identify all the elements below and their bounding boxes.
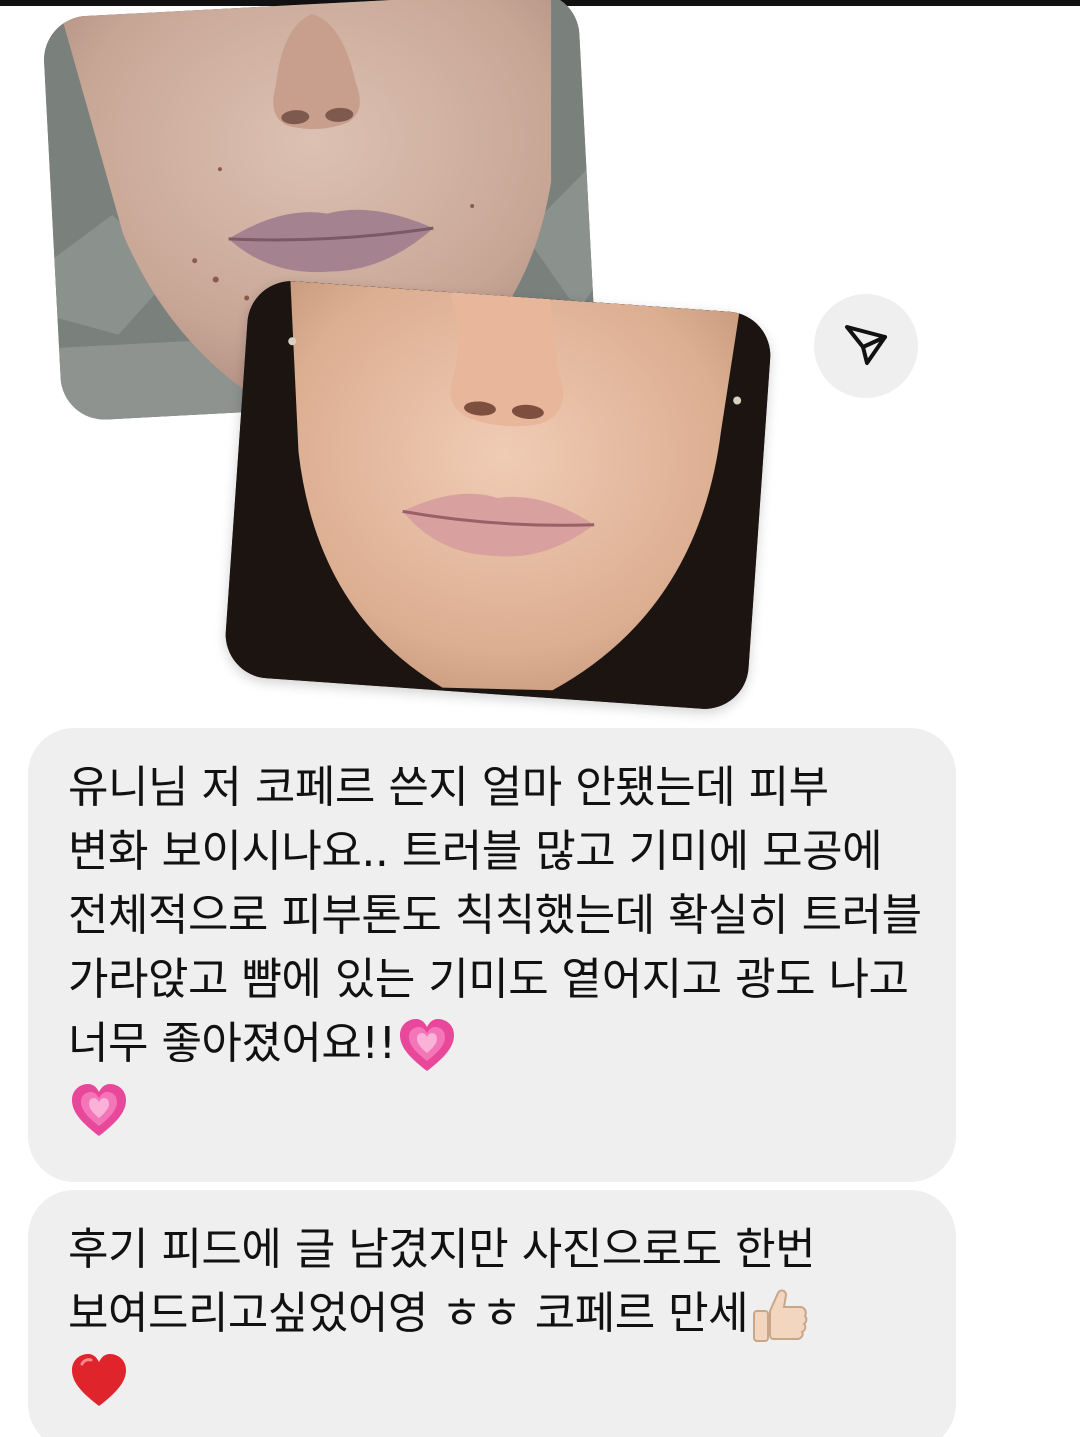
share-button[interactable] xyxy=(814,294,918,398)
chat-screen: 유니님 저 코페르 쓴지 얼마 안됐는데 피부 변화 보이시나요.. 트러블 많… xyxy=(0,0,1080,1437)
message-text: 유니님 저 코페르 쓴지 얼마 안됐는데 피부 변화 보이시나요.. 트러블 많… xyxy=(68,762,922,1069)
paper-plane-icon xyxy=(841,319,891,373)
after-face-image xyxy=(222,278,774,712)
growing-heart-icon xyxy=(68,1080,130,1142)
thumbs-up-icon xyxy=(748,1285,810,1347)
message-bubble[interactable]: 후기 피드에 글 남겼지만 사진으로도 한번 보여드리고싶었어영 ㅎㅎ 코페르 … xyxy=(28,1190,956,1437)
red-heart-icon xyxy=(68,1350,130,1412)
after-face-photo[interactable] xyxy=(222,278,774,712)
message-bubble[interactable]: 유니님 저 코페르 쓴지 얼마 안됐는데 피부 변화 보이시나요.. 트러블 많… xyxy=(28,728,956,1182)
message-text: 후기 피드에 글 남겼지만 사진으로도 한번 보여드리고싶었어영 ㅎㅎ 코페르 … xyxy=(68,1224,816,1339)
growing-heart-icon xyxy=(396,1015,458,1077)
